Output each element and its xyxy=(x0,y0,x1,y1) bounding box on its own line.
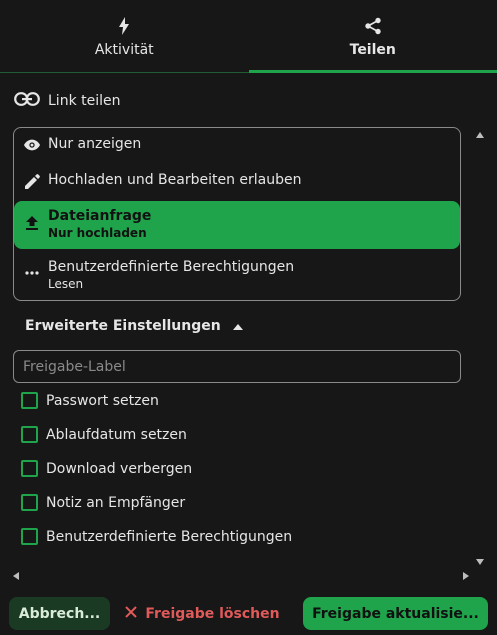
link-icon xyxy=(14,92,40,110)
checkbox-set-password[interactable]: Passwort setzen xyxy=(21,392,159,409)
link-share-header: Link teilen xyxy=(14,92,121,110)
tab-share[interactable]: Teilen xyxy=(248,0,497,73)
tab-activity-label: Aktivität xyxy=(94,42,154,58)
permission-custom-title: Benutzerdefinierte Berechtigungen xyxy=(48,259,295,275)
pencil-icon xyxy=(24,173,40,189)
advanced-settings-label: Erweiterte Einstellungen xyxy=(25,318,221,334)
checkbox-box[interactable] xyxy=(21,392,38,409)
share-label-input[interactable] xyxy=(13,350,461,383)
permission-upload-edit-title: Hochladen und Bearbeiten erlauben xyxy=(48,172,302,188)
delete-share-label: Freigabe löschen xyxy=(145,605,280,622)
checkbox-label: Download verbergen xyxy=(46,460,193,477)
scroll-right-arrow[interactable] xyxy=(463,568,471,580)
more-icon xyxy=(24,265,40,281)
caret-up-icon xyxy=(232,318,243,334)
sidebar-tabs: Aktivität Teilen xyxy=(0,0,497,73)
checkbox-set-expiration[interactable]: Ablaufdatum setzen xyxy=(21,426,187,443)
lightning-icon xyxy=(114,16,134,36)
tab-share-label: Teilen xyxy=(349,42,396,58)
checkbox-label: Notiz an Empfänger xyxy=(46,494,186,511)
cancel-button[interactable]: Abbrech... xyxy=(9,597,110,630)
checkbox-label: Passwort setzen xyxy=(46,392,159,409)
checkbox-box[interactable] xyxy=(21,528,38,545)
scroll-down-arrow[interactable] xyxy=(476,553,484,565)
checkbox-note-recipient[interactable]: Notiz an Empfänger xyxy=(21,494,185,511)
checkbox-box[interactable] xyxy=(21,494,38,511)
permission-file-request[interactable]: Dateianfrage Nur hochladen xyxy=(14,201,460,249)
permission-file-request-subtitle: Nur hochladen xyxy=(48,226,147,240)
advanced-settings-toggle[interactable]: Erweiterte Einstellungen xyxy=(25,318,243,334)
checkbox-label: Ablaufdatum setzen xyxy=(46,426,187,443)
checkbox-box[interactable] xyxy=(21,426,38,443)
checkbox-box[interactable] xyxy=(21,460,38,477)
checkbox-custom-permissions[interactable]: Benutzerdefinierte Berechtigungen xyxy=(21,528,292,545)
checkbox-hide-download[interactable]: Download verbergen xyxy=(21,460,192,477)
checkbox-label: Benutzerdefinierte Berechtigungen xyxy=(46,528,293,545)
permission-dropdown: Nur anzeigen Hochladen und Bearbeiten er… xyxy=(13,127,461,301)
eye-icon xyxy=(24,137,40,153)
close-icon xyxy=(125,605,138,622)
permission-custom-subtitle: Lesen xyxy=(48,277,84,291)
permission-custom[interactable]: Benutzerdefinierte Berechtigungen Lesen xyxy=(14,259,460,295)
update-share-button[interactable]: Freigabe aktualisie... xyxy=(303,597,488,630)
scroll-up-arrow[interactable] xyxy=(476,126,484,138)
share-icon xyxy=(363,16,383,36)
delete-share-button[interactable]: Freigabe löschen xyxy=(120,597,285,630)
scroll-left-arrow[interactable] xyxy=(13,568,21,580)
permission-view-only[interactable]: Nur anzeigen xyxy=(14,136,460,158)
permission-upload-edit[interactable]: Hochladen und Bearbeiten erlauben xyxy=(14,172,460,194)
permission-file-request-title: Dateianfrage xyxy=(48,208,152,224)
tab-activity[interactable]: Aktivität xyxy=(0,0,249,72)
upload-icon xyxy=(24,215,40,231)
permission-view-only-title: Nur anzeigen xyxy=(48,136,142,152)
link-share-label: Link teilen xyxy=(48,93,121,109)
